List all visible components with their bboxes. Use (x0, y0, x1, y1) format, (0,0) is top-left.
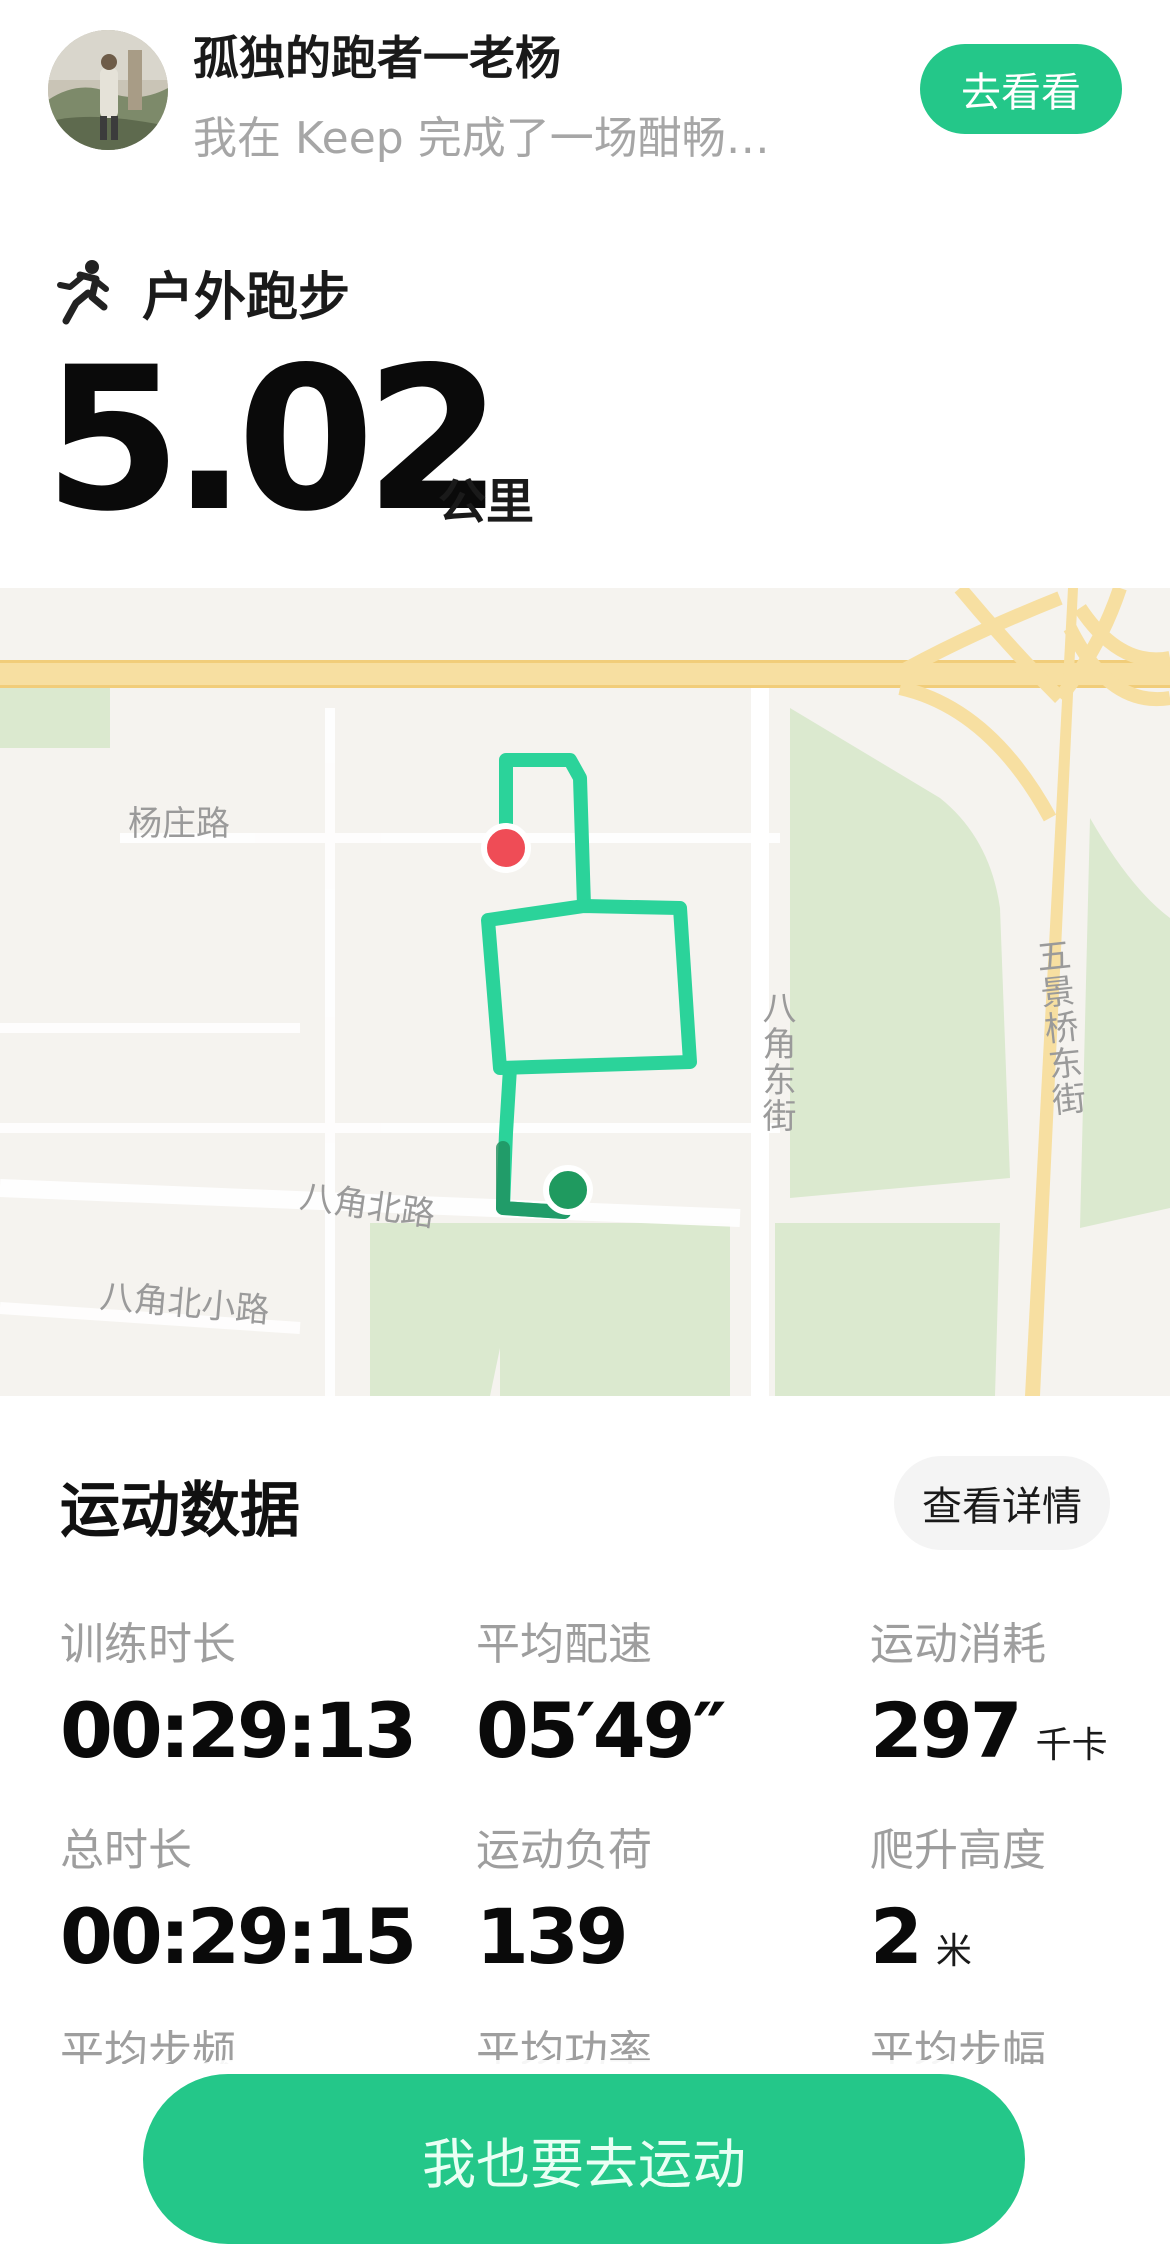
stat-label: 训练时长 (60, 1619, 236, 1670)
stat-label: 平均步频 (60, 2027, 236, 2064)
stat-training-duration: 训练时长 00:29:13 (60, 1608, 417, 1775)
stat-label: 平均功率 (476, 2027, 652, 2064)
sport-type-label: 户外跑步 (142, 267, 351, 328)
view-details-button[interactable]: 查看详情 (894, 1456, 1110, 1550)
stat-total-duration: 总时长 00:29:15 (60, 1814, 417, 1981)
start-exercise-button[interactable]: 我也要去运动 (143, 2074, 1025, 2244)
stat-average-power: 平均功率 (476, 2016, 652, 2064)
avatar[interactable] (48, 30, 168, 150)
stat-value: 05′49″ (476, 1686, 727, 1775)
share-description: 我在 Keep 完成了一场酣畅… (193, 113, 770, 164)
map-label-bajiao-east-street: 八角东街 (756, 990, 796, 1134)
stat-label: 运动负荷 (476, 1825, 652, 1876)
stat-value: 297 (870, 1686, 1023, 1775)
sport-type-row: 户外跑步 (52, 252, 350, 332)
stat-unit: 千卡 (1035, 1725, 1108, 1766)
stat-label: 平均配速 (476, 1619, 652, 1670)
stat-unit: 米 (935, 1931, 972, 1972)
username[interactable]: 孤独的跑者一老杨 (193, 22, 561, 88)
go-see-button[interactable]: 去看看 (920, 44, 1122, 134)
stat-calories: 运动消耗 297 千卡 (870, 1608, 1108, 1775)
running-person-icon (52, 259, 112, 325)
stat-label: 平均步幅 (870, 2027, 1046, 2064)
stat-value: 00:29:13 (60, 1686, 417, 1775)
section-title: 运动数据 (60, 1476, 300, 1546)
share-header: 孤独的跑者一老杨 我在 Keep 完成了一场酣畅… 去看看 (0, 0, 1170, 180)
stat-value: 00:29:15 (60, 1892, 417, 1981)
stat-average-cadence: 平均步频 (60, 2016, 236, 2064)
stat-average-pace: 平均配速 05′49″ (476, 1608, 727, 1775)
stat-elevation-gain: 爬升高度 2 米 (870, 1814, 1046, 1981)
stat-label: 总时长 (60, 1825, 192, 1876)
stat-value: 139 (476, 1892, 629, 1981)
map-label-yangzhuang-road: 杨庄路 (128, 804, 230, 844)
distance-unit: 公里 (438, 474, 535, 530)
stat-average-stride: 平均步幅 (870, 2016, 1046, 2064)
stat-label: 运动消耗 (870, 1619, 1046, 1670)
stat-training-load: 运动负荷 139 (476, 1814, 652, 1981)
route-map[interactable]: 杨庄路 八角东街 五景桥东街 八角北路 八角北小路 (0, 588, 1170, 1396)
stat-value: 2 (870, 1892, 923, 1981)
distance-value: 5.02 (44, 324, 503, 555)
stat-label: 爬升高度 (870, 1825, 1046, 1876)
